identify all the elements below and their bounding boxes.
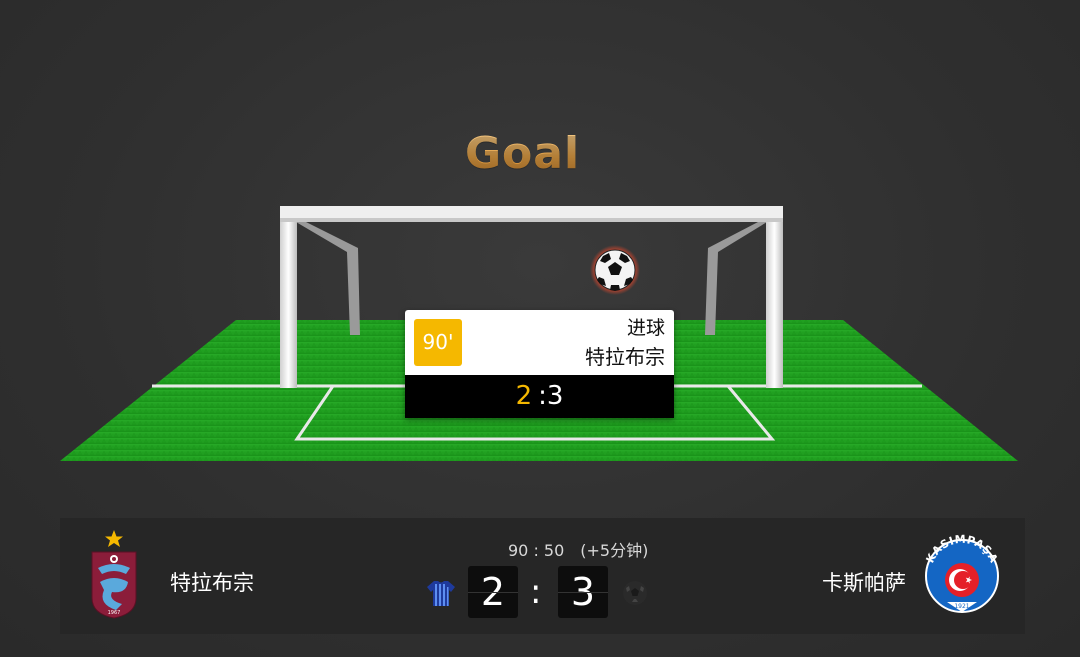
pitch-and-goal (60, 206, 1018, 461)
home-team-logo: 1967 (91, 530, 137, 619)
goal-left-post (280, 206, 297, 388)
soccer-ball-icon (590, 245, 640, 295)
away-team-logo: KASIMPAŞA 1921 (924, 533, 1000, 613)
svg-text:1921: 1921 (954, 603, 969, 610)
match-animation-stage: Goal 90' 进球 特拉布宗 2:3 1967 特拉布宗 90 : 50 (+… (0, 0, 1080, 657)
match-time: 90 : 50 (508, 541, 565, 560)
event-home-score: 2 (515, 381, 533, 411)
event-team-label: 特拉布宗 (585, 345, 665, 369)
event-minute-badge: 90' (414, 319, 462, 366)
match-clock: 90 : 50 (+5分钟) (508, 537, 648, 561)
scoreboard-bar: 1967 特拉布宗 90 : 50 (+5分钟) 2 : 3 卡斯帕萨 KASI… (60, 518, 1025, 634)
striped-jersey-icon (427, 581, 455, 606)
home-team-name: 特拉布宗 (170, 571, 254, 595)
home-star-icon (105, 530, 123, 547)
goal-right-post (766, 206, 783, 388)
svg-text:1967: 1967 (108, 610, 121, 616)
score-colon: : (530, 572, 542, 612)
soccer-ball-small-icon (623, 581, 647, 605)
event-type-label: 进球 (626, 317, 665, 339)
event-score-panel: 2:3 (405, 375, 674, 418)
home-score-box: 2 (468, 566, 518, 618)
goal-event-card: 90' 进球 特拉布宗 2:3 (405, 310, 674, 418)
goal-banner-title: Goal (0, 128, 1045, 179)
added-time: (+5分钟) (580, 541, 649, 560)
event-score-separator: : (538, 381, 547, 411)
event-info-panel: 90' 进球 特拉布宗 (405, 310, 674, 375)
event-away-score: 3 (546, 381, 564, 411)
away-score-box: 3 (558, 566, 608, 618)
away-team-name: 卡斯帕萨 (822, 571, 906, 595)
